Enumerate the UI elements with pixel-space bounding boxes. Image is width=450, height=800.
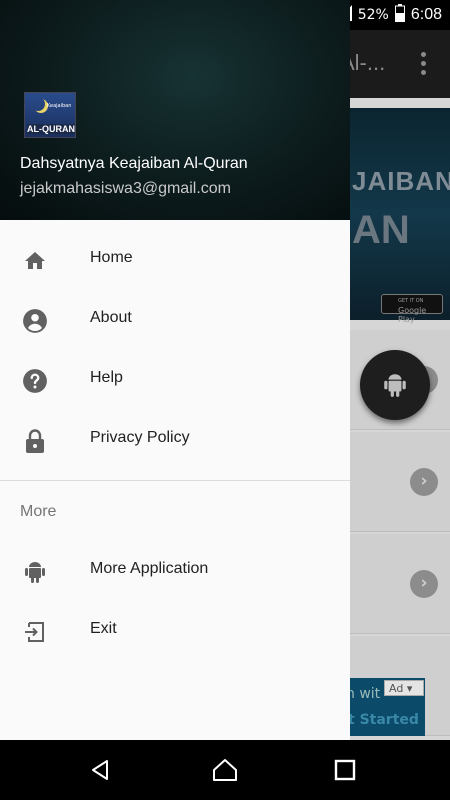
home-icon	[22, 248, 48, 274]
overflow-menu-icon[interactable]	[416, 52, 430, 80]
menu-item-label: More Application	[90, 560, 209, 577]
ad-cta[interactable]: t Started	[348, 712, 419, 728]
drawer-email: jejakmahasiswa3@gmail.com	[20, 180, 231, 197]
crescent-moon-icon	[31, 97, 45, 111]
help-icon	[22, 368, 48, 394]
exit-icon	[22, 619, 48, 645]
battery-icon	[394, 4, 405, 26]
menu-item-about[interactable]: About	[0, 290, 350, 350]
menu-item-home[interactable]: Home	[0, 230, 350, 290]
google-play-badge[interactable]: GET IT ON Google Play	[381, 294, 443, 324]
recents-button[interactable]	[329, 754, 361, 786]
menu-item-label: Home	[90, 249, 133, 266]
back-icon	[92, 760, 108, 780]
recents-icon	[334, 759, 356, 781]
ad-text: n wit	[346, 686, 381, 702]
account-circle-icon	[22, 308, 48, 334]
menu-item-help[interactable]: Help	[0, 350, 350, 410]
navigation-drawer: Keajaiban AL-QURAN Dahsyatnya Keajaiban …	[0, 0, 350, 740]
battery-percent: 52%	[357, 7, 389, 23]
chevron-right-icon: ›	[410, 468, 438, 496]
app-logo: Keajaiban AL-QURAN	[24, 92, 76, 138]
system-nav-bar	[0, 740, 450, 800]
home-nav-icon	[213, 759, 237, 781]
android-icon	[384, 374, 406, 397]
menu-item-privacy-policy[interactable]: Privacy Policy	[0, 410, 350, 470]
section-label-more: More	[20, 503, 57, 520]
ad-label[interactable]: Ad ▾	[384, 680, 424, 696]
back-button[interactable]	[84, 754, 116, 786]
banner-text-line1: JAIBAN	[352, 166, 450, 196]
menu-item-label: Privacy Policy	[90, 429, 190, 446]
drawer-title: Dahsyatnya Keajaiban Al-Quran	[20, 155, 248, 172]
menu-item-more-application[interactable]: More Application	[0, 541, 350, 601]
menu-item-label: About	[90, 309, 132, 326]
chevron-right-icon: ›	[410, 570, 438, 598]
menu-divider	[0, 480, 350, 481]
menu-item-label: Help	[90, 369, 123, 386]
menu-item-exit[interactable]: Exit	[0, 601, 350, 661]
menu-item-label: Exit	[90, 620, 117, 637]
clock: 6:08	[410, 6, 442, 23]
android-icon	[22, 559, 48, 585]
android-fab-button[interactable]	[360, 350, 430, 420]
lock-icon	[22, 428, 48, 454]
banner-text-line2: AN	[352, 208, 410, 252]
drawer-header: Keajaiban AL-QURAN Dahsyatnya Keajaiban …	[0, 0, 350, 220]
home-button[interactable]	[209, 754, 241, 786]
